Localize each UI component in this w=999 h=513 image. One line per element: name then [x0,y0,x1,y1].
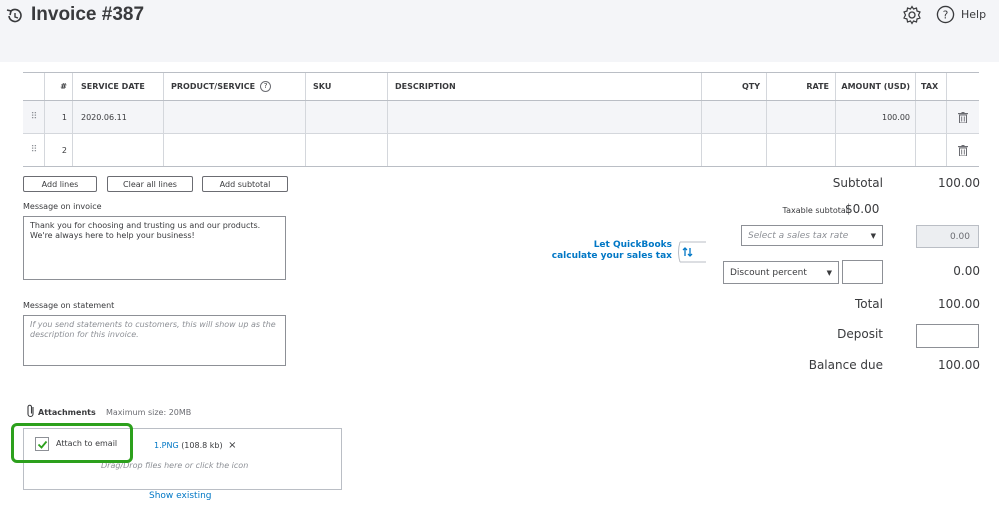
message-invoice-field[interactable]: Thank you for choosing and trusting us a… [23,216,286,280]
header-tax: TAX [916,73,947,100]
qty-cell[interactable] [702,101,767,133]
taxable-subtotal-value: $0.00 [845,202,880,216]
header-num: # [45,73,73,100]
description-cell[interactable] [388,134,702,166]
drag-handle-icon[interactable]: ⠿ [23,101,45,133]
calculate-sales-tax-link[interactable]: Let QuickBooks calculate your sales tax [540,240,672,262]
service-date-cell[interactable] [73,134,164,166]
attachment-file-size: (108.8 kb) [181,441,223,450]
amount-cell[interactable] [836,134,916,166]
remove-attachment-icon[interactable]: × [228,440,236,451]
rate-cell[interactable] [767,101,836,133]
rate-cell[interactable] [767,134,836,166]
header-service-date: SERVICE DATE [73,73,164,100]
delete-row-button[interactable] [947,101,979,133]
product-cell[interactable] [164,101,306,133]
paperclip-icon [27,404,34,418]
page-title: Invoice #387 [31,4,145,25]
history-icon[interactable] [5,6,25,26]
row-num: 1 [45,101,73,133]
amount-cell[interactable]: 100.00 [836,101,916,133]
total-label: Total [854,297,883,311]
sales-tax-rate-placeholder: Select a sales tax rate [748,230,849,241]
discount-type-value: Discount percent [730,267,807,278]
sales-tax-rate-select[interactable]: Select a sales tax rate ▼ [741,225,883,246]
discount-type-select[interactable]: Discount percent ▼ [723,261,839,284]
chevron-down-icon: ▼ [870,231,876,240]
drag-handle-icon[interactable]: ⠿ [23,134,45,166]
help-icon[interactable]: ? [936,5,955,24]
sku-cell[interactable] [306,134,388,166]
balance-due-label: Balance due [808,358,883,372]
table-row[interactable]: ⠿ 2 [23,134,979,167]
tax-cell[interactable] [916,134,947,166]
service-date-cell[interactable]: 2020.06.11 [73,101,164,133]
message-invoice-label: Message on invoice [23,202,102,211]
qty-cell[interactable] [702,134,767,166]
attachments-max-size: Maximum size: 20MB [106,408,192,417]
subtotal-value: 100.00 [938,176,980,190]
row-num: 2 [45,134,73,166]
attachment-file: 1.PNG (108.8 kb) × [154,440,237,451]
sales-tax-amount-field: 0.00 [916,225,979,248]
trash-icon[interactable] [958,144,968,156]
header-sku: SKU [306,73,388,100]
product-cell[interactable] [164,134,306,166]
subtotal-label: Subtotal [832,176,883,190]
message-statement-label: Message on statement [23,301,115,310]
header-qty: QTY [702,73,767,100]
header-actions [947,73,979,100]
line-items-table: # SERVICE DATE PRODUCT/SERVICE ? SKU DES… [23,72,979,167]
attachments-label: Attachments [38,408,96,417]
add-subtotal-button[interactable]: Add subtotal [202,176,288,192]
header-rate: RATE [767,73,836,100]
checkmark-icon [37,440,48,449]
discount-amount-value: 0.00 [953,264,980,278]
qb-link-line2[interactable]: calculate your sales tax [540,251,672,262]
message-statement-field[interactable]: If you send statements to customers, thi… [23,315,286,366]
header-product-label: PRODUCT/SERVICE [171,82,256,91]
deposit-label: Deposit [837,327,883,341]
gear-icon[interactable] [902,5,922,25]
add-lines-button[interactable]: Add lines [23,176,97,192]
header-drag [23,73,45,100]
balance-due-value: 100.00 [938,358,980,372]
table-row[interactable]: ⠿ 1 2020.06.11 100.00 [23,101,979,134]
clear-all-lines-button[interactable]: Clear all lines [107,176,193,192]
taxable-subtotal-label: Taxable subtotal [782,206,848,215]
help-link[interactable]: Help [961,8,986,21]
attach-to-email-label[interactable]: Attach to email [56,439,117,448]
tax-cell[interactable] [916,101,947,133]
swap-arrows-icon[interactable] [676,238,706,266]
show-existing-link[interactable]: Show existing [149,491,212,501]
header-product-service: PRODUCT/SERVICE ? [164,73,306,100]
chevron-down-icon: ▼ [826,268,832,277]
deposit-field[interactable] [916,324,979,348]
table-header-row: # SERVICE DATE PRODUCT/SERVICE ? SKU DES… [23,73,979,101]
delete-row-button[interactable] [947,134,979,166]
description-cell[interactable] [388,101,702,133]
qb-link-line1[interactable]: Let QuickBooks [540,240,672,251]
discount-value-field[interactable] [842,260,883,284]
question-icon[interactable]: ? [260,81,272,92]
total-value: 100.00 [938,297,980,311]
svg-text:?: ? [943,9,949,21]
page-header: Invoice #387 ? Help [0,0,999,62]
sku-cell[interactable] [306,101,388,133]
attachment-file-link[interactable]: 1.PNG [154,441,179,450]
header-amount: AMOUNT (USD) [836,73,916,100]
trash-icon[interactable] [958,111,968,123]
attach-to-email-checkbox[interactable] [35,437,49,451]
header-description: DESCRIPTION [388,73,702,100]
